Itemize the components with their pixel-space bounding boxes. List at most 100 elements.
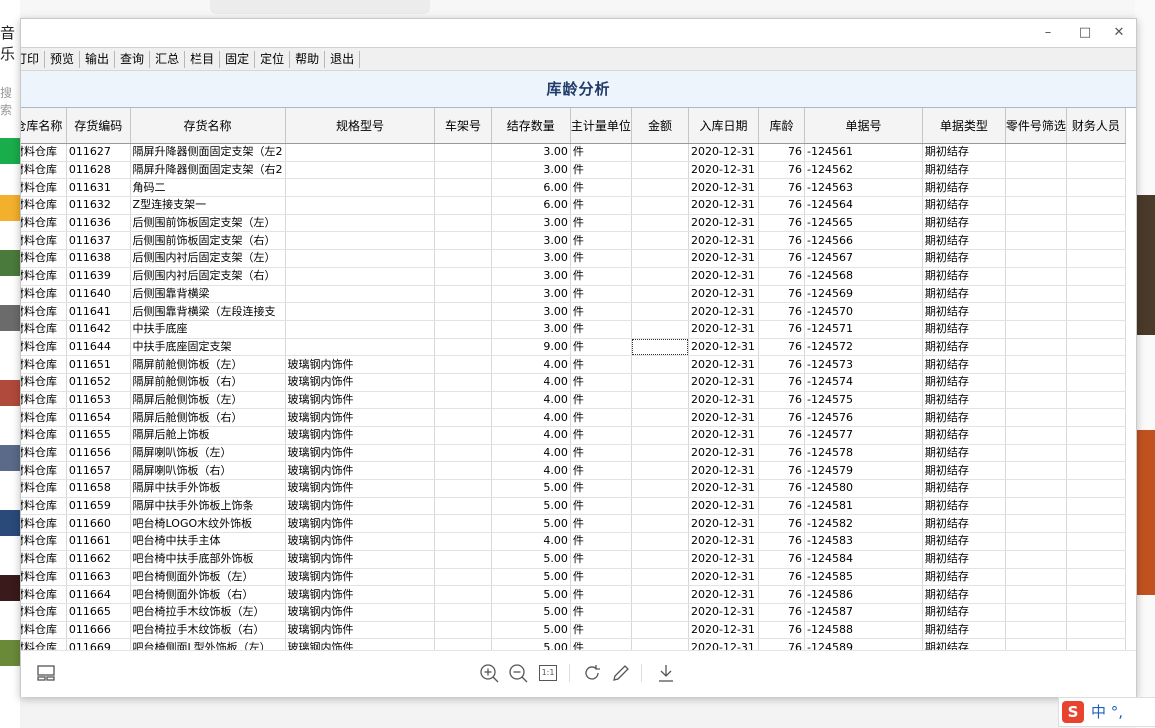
table-row[interactable]: 材料仓库011655隔屏后舱上饰板玻璃钢内饰件 4.00件 2020-12-3176… — [21, 426, 1127, 445]
cell-vin[interactable] — [434, 497, 492, 516]
table-row[interactable]: 材料仓库011652隔屏前舱侧饰板（右）玻璃钢内饰件 4.00件 2020-12-3… — [21, 373, 1127, 392]
cell-spec[interactable]: 玻璃钢内饰件 — [285, 373, 436, 392]
cell-quantity[interactable]: 3.00 — [491, 143, 571, 162]
cell-warehouse[interactable]: 材料仓库 — [21, 143, 67, 162]
table-row[interactable]: 材料仓库011644中扶手底座固定支架 9.00件 2020-12-3176-124… — [21, 338, 1127, 357]
cell-amount[interactable] — [631, 621, 690, 640]
cell-doc-no[interactable]: -124586 — [804, 585, 923, 604]
cell-warehouse[interactable]: 材料仓库 — [21, 249, 67, 268]
cell-finance-staff[interactable] — [1066, 355, 1127, 374]
cell-finance-staff[interactable] — [1066, 196, 1127, 215]
cell-warehouse[interactable]: 材料仓库 — [21, 302, 67, 321]
cell-spec[interactable] — [285, 267, 436, 286]
cell-doc-no[interactable]: -124580 — [804, 479, 923, 498]
cell-unit[interactable]: 件 — [570, 461, 632, 481]
cell-spec[interactable] — [285, 338, 436, 357]
cell-age[interactable]: 76 — [758, 461, 805, 481]
cell-part-filter[interactable] — [1005, 550, 1067, 569]
cell-warehouse[interactable]: 材料仓库 — [21, 355, 67, 374]
cell-quantity[interactable]: 4.00 — [491, 355, 571, 374]
cell-date[interactable]: 2020-12-31 — [688, 497, 759, 516]
cell-spec[interactable] — [285, 178, 436, 198]
cell-age[interactable]: 76 — [758, 285, 805, 304]
cell-quantity[interactable]: 9.00 — [491, 338, 571, 357]
cell-name[interactable]: 隔屏后舱侧饰板（右） — [130, 408, 286, 427]
cell-code[interactable]: 011627 — [66, 143, 131, 162]
cell-quantity[interactable]: 5.00 — [491, 621, 571, 640]
cell-warehouse[interactable]: 材料仓库 — [21, 514, 67, 534]
cell-date[interactable]: 2020-12-31 — [688, 231, 759, 251]
table-row[interactable]: 材料仓库011654隔屏后舱侧饰板（右）玻璃钢内饰件 4.00件 2020-12-3… — [21, 408, 1127, 427]
cell-quantity[interactable]: 5.00 — [491, 585, 571, 604]
cell-age[interactable]: 76 — [758, 320, 805, 339]
table-row[interactable]: 材料仓库011658隔屏中扶手外饰板玻璃钢内饰件 5.00件 2020-12-317… — [21, 479, 1127, 498]
cell-vin[interactable] — [434, 196, 492, 215]
cell-finance-staff[interactable] — [1066, 231, 1127, 251]
cell-unit[interactable]: 件 — [570, 143, 632, 162]
cell-quantity[interactable]: 5.00 — [491, 550, 571, 569]
cell-vin[interactable] — [434, 621, 492, 640]
cell-warehouse[interactable]: 材料仓库 — [21, 391, 67, 410]
cell-finance-staff[interactable] — [1066, 408, 1127, 427]
cell-finance-staff[interactable] — [1066, 214, 1127, 233]
cell-doc-no[interactable]: -124579 — [804, 461, 923, 481]
cell-age[interactable]: 76 — [758, 391, 805, 410]
cell-quantity[interactable]: 5.00 — [491, 603, 571, 622]
cell-spec[interactable] — [285, 231, 436, 251]
cell-amount[interactable] — [631, 355, 690, 374]
cell-code[interactable]: 011637 — [66, 231, 131, 251]
cell-vin[interactable] — [434, 550, 492, 569]
cell-part-filter[interactable] — [1005, 267, 1067, 286]
cell-part-filter[interactable] — [1005, 320, 1067, 339]
cell-amount[interactable] — [631, 302, 690, 321]
cell-part-filter[interactable] — [1005, 479, 1067, 498]
cell-code[interactable]: 011644 — [66, 338, 131, 357]
cell-spec[interactable]: 玻璃钢内饰件 — [285, 603, 436, 622]
cell-age[interactable]: 76 — [758, 302, 805, 321]
cell-unit[interactable]: 件 — [570, 391, 632, 410]
cell-amount[interactable] — [631, 143, 690, 162]
cell-quantity[interactable]: 3.00 — [491, 285, 571, 304]
cell-code[interactable]: 011636 — [66, 214, 131, 233]
cell-spec[interactable]: 玻璃钢内饰件 — [285, 479, 436, 498]
cell-quantity[interactable]: 5.00 — [491, 568, 571, 587]
cell-part-filter[interactable] — [1005, 178, 1067, 198]
cell-amount[interactable] — [631, 373, 690, 392]
cell-date[interactable]: 2020-12-31 — [688, 355, 759, 374]
cell-doc-no[interactable]: -124583 — [804, 532, 923, 551]
cell-code[interactable]: 011640 — [66, 285, 131, 304]
cell-amount[interactable] — [631, 444, 690, 463]
cell-quantity[interactable]: 6.00 — [491, 196, 571, 215]
cell-doc-type[interactable]: 期初结存 — [922, 355, 1006, 374]
cell-doc-no[interactable]: -124576 — [804, 408, 923, 427]
cell-unit[interactable]: 件 — [570, 532, 632, 551]
cell-doc-type[interactable]: 期初结存 — [922, 532, 1006, 551]
cell-name[interactable]: 吧台椅中扶手主体 — [130, 532, 286, 551]
cell-doc-type[interactable]: 期初结存 — [922, 249, 1006, 268]
cell-age[interactable]: 76 — [758, 479, 805, 498]
cell-doc-type[interactable]: 期初结存 — [922, 391, 1006, 410]
column-header-doc-no[interactable]: 单据号 — [804, 108, 923, 144]
cell-finance-staff[interactable] — [1066, 621, 1127, 640]
cell-vin[interactable] — [434, 267, 492, 286]
table-row[interactable]: 材料仓库011663吧台椅侧面外饰板（左）玻璃钢内饰件 5.00件 2020-12-… — [21, 568, 1127, 587]
cell-finance-staff[interactable] — [1066, 550, 1127, 569]
cell-amount[interactable] — [631, 426, 690, 445]
cell-age[interactable]: 76 — [758, 231, 805, 251]
cell-doc-no[interactable]: -124564 — [804, 196, 923, 215]
menu-item-help[interactable]: 帮助 — [290, 51, 326, 68]
cell-code[interactable]: 011657 — [66, 461, 131, 481]
cell-spec[interactable] — [285, 161, 436, 180]
cell-age[interactable]: 76 — [758, 196, 805, 215]
cell-part-filter[interactable] — [1005, 444, 1067, 463]
cell-name[interactable]: 吧台椅LOGO木纹外饰板 — [130, 514, 286, 534]
cell-part-filter[interactable] — [1005, 214, 1067, 233]
cell-code[interactable]: 011658 — [66, 479, 131, 498]
column-header-doc-type[interactable]: 单据类型 — [922, 108, 1006, 144]
cell-vin[interactable] — [434, 568, 492, 587]
table-row[interactable]: 材料仓库011641后侧围靠背横梁（左段连接支 3.00件 2020-12-3176… — [21, 302, 1127, 321]
cell-date[interactable]: 2020-12-31 — [688, 550, 759, 569]
cell-warehouse[interactable]: 材料仓库 — [21, 320, 67, 339]
cell-part-filter[interactable] — [1005, 161, 1067, 180]
cell-amount[interactable] — [631, 568, 690, 587]
